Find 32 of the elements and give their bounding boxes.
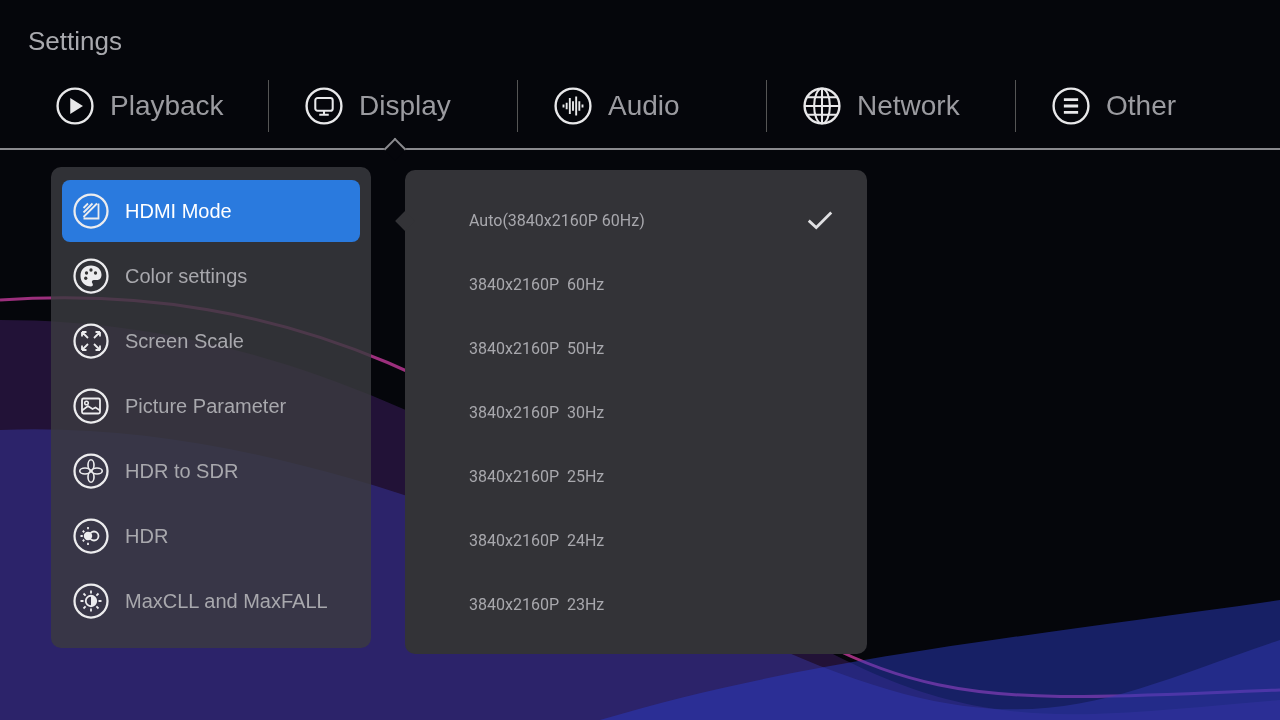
page-title: Settings xyxy=(28,25,122,58)
globe-icon xyxy=(803,87,841,125)
monitor-icon xyxy=(305,87,343,125)
menu-item[interactable]: HDMI Mode xyxy=(62,180,360,242)
option-item[interactable]: 3840x2160P 25Hz xyxy=(405,444,867,508)
sun-circle-icon xyxy=(73,518,109,554)
option-item[interactable]: Auto(3840x2160P 60Hz) xyxy=(405,188,867,252)
menu-item[interactable]: Color settings xyxy=(62,245,360,307)
diagonal-lines-icon xyxy=(73,193,109,229)
image-icon xyxy=(73,388,109,424)
option-item[interactable]: 3840x2160P 30Hz xyxy=(405,380,867,444)
tab[interactable]: Audio xyxy=(518,80,766,132)
sound-wave-icon xyxy=(554,87,592,125)
flower-icon xyxy=(73,453,109,489)
brightness-icon xyxy=(73,583,109,619)
menu-item[interactable]: Screen Scale xyxy=(62,310,360,372)
option-item[interactable]: 3840x2160P 24Hz xyxy=(405,508,867,572)
tab[interactable]: Network xyxy=(767,80,1015,132)
tab[interactable]: Display xyxy=(269,80,517,132)
palette-icon xyxy=(73,258,109,294)
tab[interactable]: Playback xyxy=(20,80,268,132)
menu-item[interactable]: Picture Parameter xyxy=(62,375,360,437)
menu-item[interactable]: MaxCLL and MaxFALL xyxy=(62,570,360,632)
option-item[interactable]: 3840x2160P 50Hz xyxy=(405,316,867,380)
expand-arrows-icon xyxy=(73,323,109,359)
list-icon xyxy=(1052,87,1090,125)
menu-item[interactable]: HDR to SDR xyxy=(62,440,360,502)
tab[interactable]: Other xyxy=(1016,80,1264,132)
option-item[interactable]: 3840x2160P 23Hz xyxy=(405,572,867,636)
menu-item[interactable]: HDR xyxy=(62,505,360,567)
option-item[interactable]: 3840x2160P 60Hz xyxy=(405,252,867,316)
play-icon xyxy=(56,87,94,125)
